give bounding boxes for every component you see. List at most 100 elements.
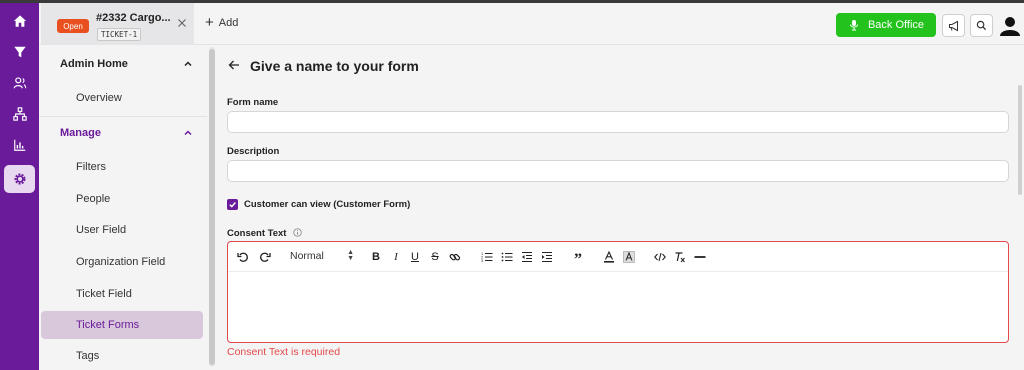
ordered-list-button[interactable]: 123 xyxy=(481,251,493,263)
home-icon xyxy=(13,15,26,27)
redo-button[interactable] xyxy=(259,251,271,263)
italic-icon: I xyxy=(394,251,398,263)
hierarchy-icon xyxy=(12,107,27,121)
code-icon xyxy=(654,252,666,262)
sidebar-section-label: Manage xyxy=(60,127,101,139)
form-name-label: Form name xyxy=(227,97,279,108)
font-color-button[interactable] xyxy=(603,251,615,263)
settings-sidebar: Admin Home Overview Manage Filters Peopl… xyxy=(39,45,207,370)
sidebar-item-label: Organization Field xyxy=(76,256,166,268)
search-button[interactable] xyxy=(970,14,993,37)
sidebar-item-overview[interactable]: Overview xyxy=(41,84,203,112)
sidebar-item-label: People xyxy=(76,193,111,205)
clear-format-button[interactable] xyxy=(674,251,686,263)
blockquote-button[interactable]: ” xyxy=(572,251,584,268)
sidebar-item-ticket-forms[interactable]: Ticket Forms xyxy=(41,311,203,339)
chart-icon xyxy=(13,139,25,151)
status-badge: Open xyxy=(57,19,89,33)
ticket-title: #2332 Cargo... xyxy=(96,12,171,24)
strikethrough-button[interactable]: S xyxy=(429,251,441,263)
horizontal-rule-button[interactable] xyxy=(694,251,706,263)
rail-hierarchy-button[interactable] xyxy=(4,100,35,128)
close-icon[interactable] xyxy=(176,17,188,29)
editor-toolbar: Normal ▲ ▼ B I U S 123 ” xyxy=(228,242,1008,272)
customer-view-checkbox[interactable] xyxy=(227,199,238,210)
rail-settings-button[interactable] xyxy=(4,165,35,193)
sidebar-item-filters[interactable]: Filters xyxy=(41,153,203,181)
ordered-list-icon: 123 xyxy=(481,252,493,263)
sidebar-item-organization-field[interactable]: Organization Field xyxy=(41,248,203,276)
font-color-icon xyxy=(604,251,614,263)
sidebar-scrollbar-thumb[interactable] xyxy=(209,49,215,365)
highlight-button[interactable] xyxy=(623,251,635,263)
info-icon[interactable] xyxy=(293,228,302,237)
italic-button[interactable]: I xyxy=(390,251,402,263)
tab-strip: Open #2332 Cargo... TICKET-1 + Add Back … xyxy=(39,3,1024,45)
bold-button[interactable]: B xyxy=(370,251,382,263)
outdent-icon xyxy=(522,251,532,263)
sidebar-section-manage[interactable]: Manage xyxy=(39,116,207,150)
indent-icon xyxy=(542,251,552,263)
ticket-code: TICKET-1 xyxy=(97,28,142,41)
format-select-value: Normal xyxy=(290,250,324,262)
bullet-list-icon xyxy=(501,252,513,262)
bullet-list-button[interactable] xyxy=(501,251,513,263)
customer-view-label: Customer can view (Customer Form) xyxy=(244,199,411,210)
rail-filter-button[interactable] xyxy=(4,38,35,66)
microphone-icon xyxy=(849,20,858,31)
code-button[interactable] xyxy=(654,251,666,263)
checkmark-icon xyxy=(229,202,236,208)
sidebar-item-label: User Field xyxy=(76,224,127,236)
main-content: Give a name to your form Form name Descr… xyxy=(217,45,1024,370)
filter-icon xyxy=(13,46,26,58)
chevron-up-icon xyxy=(184,61,192,67)
sidebar-item-label: Overview xyxy=(76,92,122,104)
sidebar-section-label: Admin Home xyxy=(60,58,128,70)
sidebar-item-label: Tags xyxy=(76,350,100,362)
back-arrow-icon[interactable] xyxy=(228,59,240,71)
link-button[interactable] xyxy=(449,251,461,263)
add-tab-label: Add xyxy=(218,17,239,29)
add-tab-button[interactable]: + Add xyxy=(205,15,239,30)
svg-text:3: 3 xyxy=(481,259,483,263)
sidebar-item-tags[interactable]: Tags xyxy=(41,342,203,370)
page-title: Give a name to your form xyxy=(250,58,419,74)
form-name-input[interactable] xyxy=(227,111,1009,133)
sidebar-item-ticket-field[interactable]: Ticket Field xyxy=(41,280,203,308)
search-icon xyxy=(976,20,987,31)
sidebar-item-user-field[interactable]: User Field xyxy=(41,216,203,244)
sidebar-item-people[interactable]: People xyxy=(41,185,203,213)
chevron-updown-icon: ▲ ▼ xyxy=(347,249,354,262)
announcement-button[interactable] xyxy=(942,14,965,37)
clear-format-icon xyxy=(675,252,685,263)
back-office-button[interactable]: Back Office xyxy=(836,13,936,37)
rail-home-button[interactable] xyxy=(4,7,35,35)
description-label: Description xyxy=(227,146,280,157)
sidebar-scrollbar[interactable] xyxy=(209,47,215,367)
settings-icon xyxy=(13,173,26,185)
sidebar-item-label: Ticket Forms xyxy=(76,319,140,331)
undo-icon xyxy=(237,252,248,262)
indent-button[interactable] xyxy=(541,251,553,263)
ticket-tab[interactable]: Open #2332 Cargo... TICKET-1 xyxy=(41,3,194,45)
app-rail xyxy=(0,3,39,370)
undo-button[interactable] xyxy=(237,251,249,263)
description-input[interactable] xyxy=(227,160,1009,182)
underline-button[interactable]: U xyxy=(409,251,421,263)
rail-analytics-button[interactable] xyxy=(4,131,35,159)
rail-people-button[interactable] xyxy=(4,69,35,97)
outdent-button[interactable] xyxy=(521,251,533,263)
sidebar-section-admin-home[interactable]: Admin Home xyxy=(39,47,207,81)
main-scrollbar-thumb[interactable] xyxy=(1018,85,1022,195)
user-avatar-icon[interactable] xyxy=(999,15,1021,37)
megaphone-icon xyxy=(948,20,958,31)
chevron-up-icon xyxy=(184,130,192,136)
bold-icon: B xyxy=(372,251,380,263)
link-icon xyxy=(449,253,461,261)
format-select[interactable]: Normal ▲ ▼ xyxy=(290,249,354,262)
people-icon xyxy=(13,77,26,89)
strikethrough-icon: S xyxy=(431,251,439,263)
consent-text-editor[interactable]: Normal ▲ ▼ B I U S 123 ” xyxy=(227,241,1009,343)
back-office-label: Back Office xyxy=(867,19,925,31)
underline-icon: U xyxy=(411,251,419,263)
